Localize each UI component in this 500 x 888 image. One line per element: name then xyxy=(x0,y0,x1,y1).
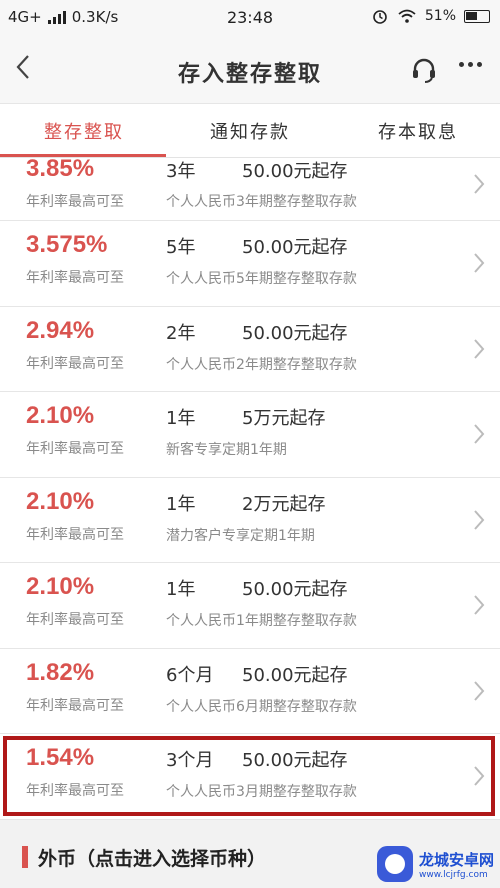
term: 1年 xyxy=(166,493,196,515)
list-item[interactable]: 2.10% 年利率最高可至 1年 5万元起存 新客专享定期1年期 xyxy=(0,392,500,478)
min-amount: 50.00元起存 xyxy=(242,322,348,344)
rate-label: 年利率最高可至 xyxy=(26,697,124,714)
term: 3个月 xyxy=(166,750,214,771)
rate-label: 年利率最高可至 xyxy=(26,441,124,457)
term: 1年 xyxy=(166,408,196,429)
term: 6个月 xyxy=(166,664,214,686)
watermark-logo-icon xyxy=(376,846,413,882)
product-desc: 个人人民币3年期整存整取存款 xyxy=(166,194,357,210)
list-item[interactable]: 3.85% 年利率最高可至 3年 50.00元起存 个人人民币3年期整存整取存款 xyxy=(0,155,500,221)
customer-service-icon[interactable] xyxy=(410,56,438,84)
tab-fixed-deposit[interactable]: 整存整取 xyxy=(44,118,124,144)
forex-label: 外币（点击进入选择币种） xyxy=(38,848,267,870)
rate-value: 3.575% xyxy=(26,231,108,258)
rate-value: 1.82% xyxy=(26,658,95,686)
rate-label: 年利率最高可至 xyxy=(26,194,124,210)
rate-label: 年利率最高可至 xyxy=(26,270,124,286)
chevron-right-icon xyxy=(474,595,485,615)
battery-icon xyxy=(464,9,490,23)
min-amount: 5万元起存 xyxy=(242,408,326,429)
product-desc: 个人人民币1年期整存整取存款 xyxy=(166,613,357,629)
term: 3年 xyxy=(166,161,196,182)
list-item[interactable]: 2.94% 年利率最高可至 2年 50.00元起存 个人人民币2年期整存整取存款 xyxy=(0,306,500,392)
min-amount: 50.00元起存 xyxy=(242,161,348,182)
product-desc: 个人人民币6月期整存整取存款 xyxy=(166,698,357,715)
product-desc: 个人人民币2年期整存整取存款 xyxy=(166,356,357,373)
alarm-icon xyxy=(373,10,387,24)
chevron-right-icon xyxy=(474,680,485,701)
product-desc: 新客专享定期1年期 xyxy=(166,442,287,458)
chevron-right-icon xyxy=(474,766,485,786)
battery-percent: 51% xyxy=(424,8,456,24)
rate-label: 年利率最高可至 xyxy=(26,526,124,543)
min-amount: 2万元起存 xyxy=(242,493,326,515)
list-item[interactable]: 3.575% 年利率最高可至 5年 50.00元起存 个人人民币5年期整存整取存… xyxy=(0,221,500,307)
min-amount: 50.00元起存 xyxy=(242,664,348,686)
min-amount: 50.00元起存 xyxy=(242,237,348,258)
rate-value: 2.10% xyxy=(26,487,95,515)
rate-value: 1.54% xyxy=(26,744,95,771)
term: 5年 xyxy=(166,237,196,258)
rate-value: 2.94% xyxy=(26,316,95,344)
more-icon[interactable] xyxy=(459,62,482,67)
deposit-list: 3.85% 年利率最高可至 3年 50.00元起存 个人人民币3年期整存整取存款… xyxy=(0,155,500,820)
min-amount: 50.00元起存 xyxy=(242,579,348,600)
nav-bar: 存入整存整取 xyxy=(0,34,500,104)
watermark-name: 龙城安卓网 xyxy=(418,850,494,869)
status-right: 51% xyxy=(371,7,490,25)
term: 1年 xyxy=(166,579,196,600)
chevron-right-icon xyxy=(474,253,485,273)
watermark-text: 龙城安卓网 www.lcjrfg.com xyxy=(419,849,494,880)
status-bar: 4G+ 0.3K/s 23:48 51% xyxy=(0,0,500,34)
rate-value: 2.10% xyxy=(26,573,95,600)
product-desc: 个人人民币5年期整存整取存款 xyxy=(166,271,357,287)
rate-label: 年利率最高可至 xyxy=(26,612,124,628)
rate-value: 2.10% xyxy=(26,402,95,429)
section-marker xyxy=(22,846,28,868)
rate-label: 年利率最高可至 xyxy=(26,355,124,372)
chevron-right-icon xyxy=(474,174,485,194)
list-item[interactable]: 1.54% 年利率最高可至 3个月 50.00元起存 个人人民币3月期整存整取存… xyxy=(0,734,500,820)
rate-value: 3.85% xyxy=(26,155,95,182)
watermark-url: www.lcjrfg.com xyxy=(418,869,488,880)
list-item[interactable]: 1.82% 年利率最高可至 6个月 50.00元起存 个人人民币6月期整存整取存… xyxy=(0,648,500,734)
chevron-right-icon xyxy=(474,509,485,530)
list-item[interactable]: 2.10% 年利率最高可至 1年 50.00元起存 个人人民币1年期整存整取存款 xyxy=(0,563,500,649)
tab-bar: 整存整取 通知存款 存本取息 xyxy=(0,104,500,158)
list-item[interactable]: 2.10% 年利率最高可至 1年 2万元起存 潜力客户专享定期1年期 xyxy=(0,477,500,563)
chevron-right-icon xyxy=(474,424,485,444)
tab-notice-deposit[interactable]: 通知存款 xyxy=(210,118,290,144)
tab-interest-withdrawal[interactable]: 存本取息 xyxy=(378,118,458,144)
watermark: 龙城安卓网 www.lcjrfg.com xyxy=(376,846,494,882)
product-desc: 个人人民币3月期整存整取存款 xyxy=(166,784,357,800)
term: 2年 xyxy=(166,322,196,344)
min-amount: 50.00元起存 xyxy=(242,750,348,771)
rate-label: 年利率最高可至 xyxy=(26,783,124,799)
wifi-icon xyxy=(398,9,416,23)
product-desc: 潜力客户专享定期1年期 xyxy=(166,527,315,544)
chevron-right-icon xyxy=(474,338,485,359)
